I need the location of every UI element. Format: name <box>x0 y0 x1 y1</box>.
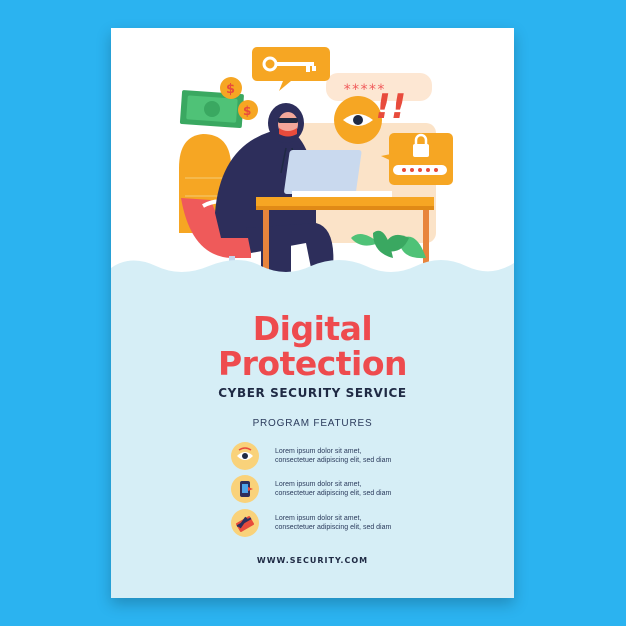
feature-text-line: consectetuer adipiscing elit, sed diam <box>275 524 392 531</box>
phone-security-icon <box>231 475 259 503</box>
hacker-illustration: ***** $ $ !! <box>111 28 514 298</box>
lock-bubble-icon <box>381 133 453 185</box>
svg-text:$: $ <box>243 104 251 118</box>
poster: ***** $ $ !! Digital Protection CYBER SE… <box>111 28 514 598</box>
feature-item: Lorem ipsum dolor sit amet, consectetuer… <box>231 474 431 504</box>
feature-text-line: consectetuer adipiscing elit, sed diam <box>275 490 392 497</box>
feature-item: Lorem ipsum dolor sit amet, consectetuer… <box>231 441 431 471</box>
feature-item: Lorem ipsum dolor sit amet, consectetuer… <box>231 508 431 538</box>
eye-icon <box>231 442 259 470</box>
feature-text-line: Lorem ipsum dolor sit amet, <box>275 481 362 488</box>
feature-text-line: Lorem ipsum dolor sit amet, <box>275 515 362 522</box>
feature-text-line: consectetuer adipiscing elit, sed diam <box>275 457 392 464</box>
website-link[interactable]: WWW.SECURITY.COM <box>111 556 514 565</box>
features-heading: PROGRAM FEATURES <box>252 418 373 429</box>
credit-card-icon <box>231 509 259 537</box>
subtitle: CYBER SECURITY SERVICE <box>218 386 407 400</box>
title-line-2: Protection <box>217 344 408 383</box>
svg-text:$: $ <box>226 82 235 97</box>
title-line-1: Digital <box>252 309 373 348</box>
feature-text-line: Lorem ipsum dolor sit amet, <box>275 448 362 455</box>
